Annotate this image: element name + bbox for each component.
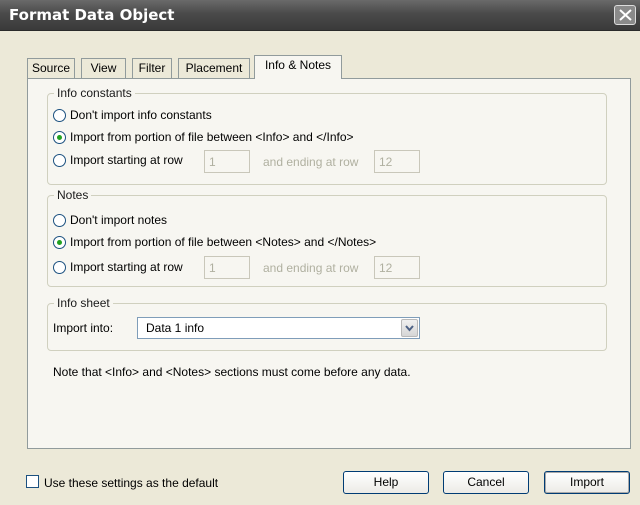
window-title: Format Data Object [9,6,175,24]
import-button[interactable]: Import [544,471,630,494]
info-ending-label: and ending at row [263,155,359,169]
info-sheet-legend: Info sheet [54,296,113,310]
info-start-row-input[interactable] [204,150,250,173]
notes-start-row-input[interactable] [204,256,250,279]
close-button[interactable] [614,5,636,25]
import-into-value: Data 1 info [146,321,205,335]
radio-button[interactable] [53,236,66,249]
import-into-label: Import into: [53,321,114,335]
radio-label: Import starting at row [70,260,183,274]
radio-button[interactable] [53,109,66,122]
tab-filter[interactable]: Filter [132,58,172,78]
selected-dot [57,240,62,245]
radio-label: Import from portion of file between <Inf… [70,130,354,144]
info-end-row-input[interactable] [374,150,420,173]
notes-end-row-input[interactable] [374,256,420,279]
radio-button[interactable] [53,214,66,227]
dropdown-button[interactable] [401,319,418,337]
radio-label: Don't import notes [70,213,168,227]
selected-dot [57,135,62,140]
radio-label: Import from portion of file between <Not… [70,235,377,249]
info-constants-legend: Info constants [54,86,135,100]
radio-label: Don't import info constants [70,108,212,122]
notes-legend: Notes [54,188,92,202]
radio-label: Import starting at row [70,153,183,167]
notes-ending-label: and ending at row [263,261,359,275]
tab-source[interactable]: Source [27,58,75,78]
format-data-object-dialog: Format Data Object Source View Filter Pl… [0,0,640,505]
tab-info-notes[interactable]: Info & Notes [254,55,342,79]
tab-placement[interactable]: Placement [178,58,250,78]
default-settings-checkbox[interactable] [26,475,39,488]
import-into-select[interactable]: Data 1 info [137,317,420,339]
title-bar[interactable]: Format Data Object [0,0,640,31]
radio-button[interactable] [53,154,66,167]
default-settings-label[interactable]: Use these settings as the default [44,476,218,490]
radio-button[interactable] [53,131,66,144]
cancel-button[interactable]: Cancel [443,471,529,494]
help-button[interactable]: Help [343,471,429,494]
tab-view[interactable]: View [81,58,126,78]
radio-button[interactable] [53,261,66,274]
sections-note: Note that <Info> and <Notes> sections mu… [53,365,411,379]
